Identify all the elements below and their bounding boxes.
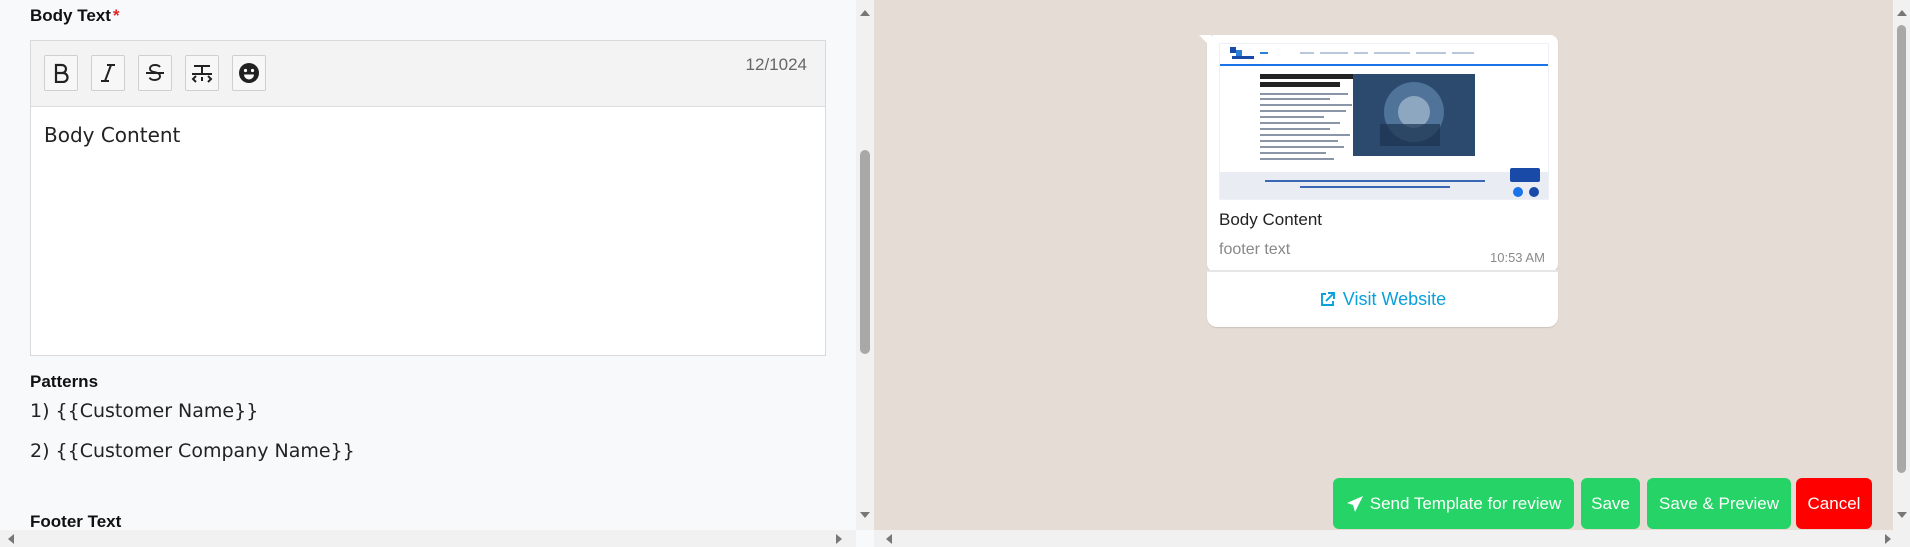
header-image [1219,43,1549,200]
pattern-item-customer-company-name: 2) {{Customer Company Name}} [30,440,355,462]
monospace-icon [191,65,213,83]
strikethrough-icon [146,64,164,81]
body-text-editor: 12/1024 Body Content [30,40,826,356]
left-vertical-scrollbar[interactable] [856,0,874,530]
strikethrough-button[interactable] [138,55,172,91]
emoji-button[interactable] [232,55,266,91]
send-template-label: Send Template for review [1369,493,1562,513]
message-timestamp: 10:53 AM [1490,250,1545,265]
bold-button[interactable] [44,55,78,91]
scroll-down-arrow-icon[interactable] [860,512,870,518]
send-template-for-review-button[interactable]: Send Template for review [1333,478,1574,529]
scroll-down-arrow-icon[interactable] [1897,512,1907,518]
footer-text-label: Footer Text [30,512,122,531]
visit-website-label: Visit Website [1342,289,1447,309]
required-mark: * [112,6,120,25]
left-horizontal-scrollbar[interactable] [0,530,856,547]
external-link-icon [1320,292,1335,306]
save-button[interactable]: Save [1581,478,1640,529]
right-scroll-thumb[interactable] [1897,25,1906,473]
right-vertical-scrollbar[interactable] [1893,0,1910,530]
body-text-input[interactable]: Body Content [31,107,825,163]
patterns-label: Patterns [30,372,99,391]
preview-footer-text: footer text [1219,241,1291,258]
website-screenshot-image [1220,44,1548,199]
scroll-up-arrow-icon[interactable] [1897,10,1907,16]
scroll-left-arrow-icon[interactable] [8,534,14,544]
emoji-icon [239,63,259,83]
visit-website-button[interactable]: Visit Website [1207,272,1558,327]
scroll-right-arrow-icon[interactable] [836,534,842,544]
pattern-item-customer-name: 1) {{Customer Name}} [30,400,259,422]
scroll-left-arrow-icon[interactable] [886,534,892,544]
bold-icon [54,63,69,83]
cancel-button[interactable]: Cancel [1796,478,1872,529]
monospace-button[interactable] [185,55,219,91]
paper-plane-icon [1346,495,1363,512]
scroll-up-arrow-icon[interactable] [860,10,870,16]
right-horizontal-scrollbar[interactable] [874,530,1910,547]
editor-toolbar: 12/1024 [31,41,825,107]
body-text-label: Body Text * [30,6,120,25]
left-scroll-thumb[interactable] [860,150,870,354]
italic-button[interactable] [91,55,125,91]
template-editor-pane: Body Text * 12/1024 Body Content Patterns… [0,0,874,547]
character-counter: 12/1024 [745,55,807,74]
save-and-preview-button[interactable]: Save & Preview [1647,478,1791,529]
scroll-right-arrow-icon[interactable] [1885,534,1891,544]
italic-icon [101,64,115,82]
preview-body-text: Body Content [1219,210,1323,229]
